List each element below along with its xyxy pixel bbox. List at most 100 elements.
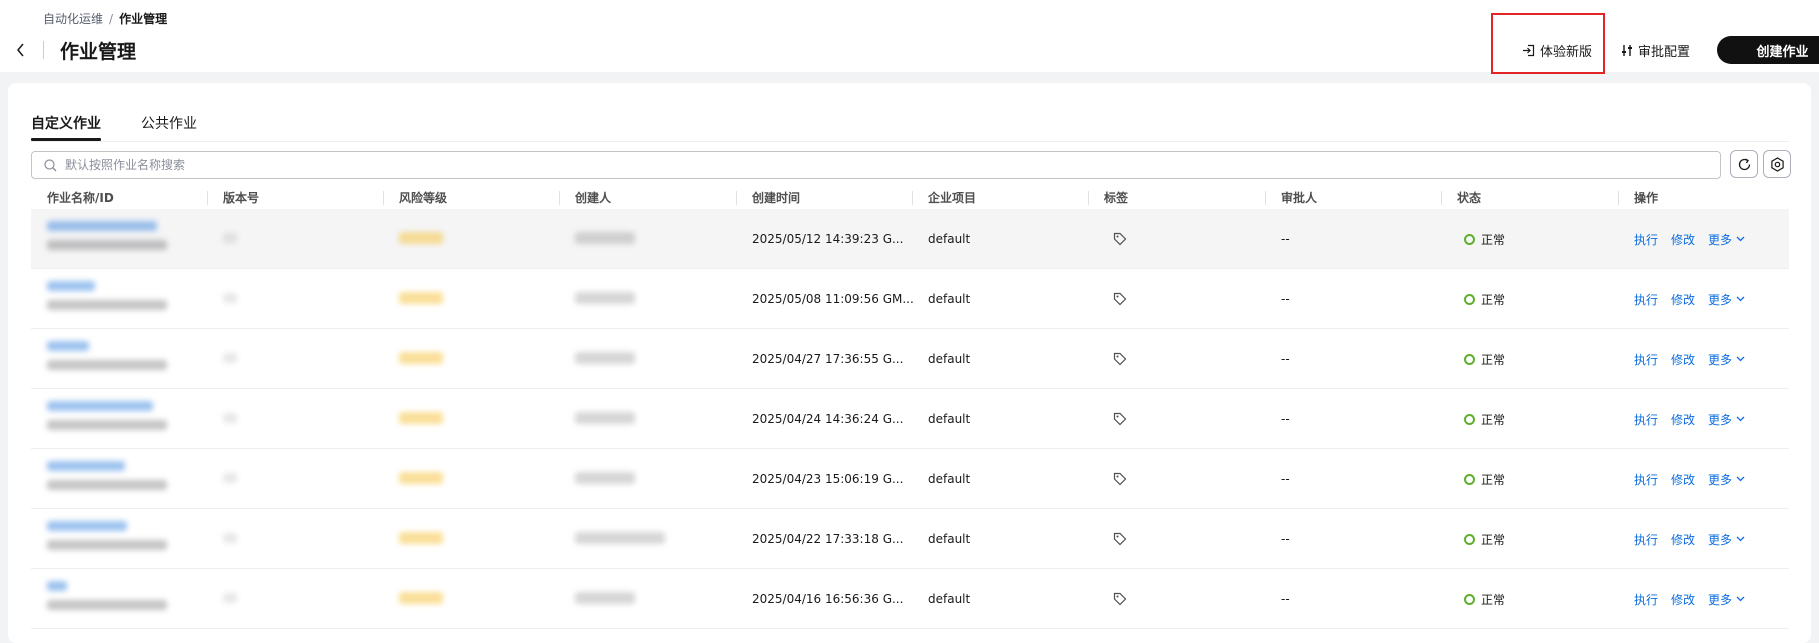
- modify-link[interactable]: 修改: [1671, 351, 1695, 368]
- column-header-enterprise-project: 企业项目: [928, 191, 977, 205]
- tag-icon-button[interactable]: [1113, 449, 1127, 509]
- execute-link[interactable]: 执行: [1634, 291, 1658, 308]
- breadcrumb-current: 作业管理: [119, 12, 168, 26]
- job-name-blurred: [47, 521, 127, 531]
- more-dropdown[interactable]: 更多: [1708, 231, 1745, 248]
- back-button[interactable]: [12, 40, 28, 60]
- table-header: 作业名称/ID 版本号 风险等级 创建人 创建时间 企业项目 标签 审批人 状态 操作: [31, 186, 1789, 209]
- more-dropdown[interactable]: 更多: [1708, 471, 1745, 488]
- modify-link[interactable]: 修改: [1671, 291, 1695, 308]
- approver: --: [1281, 232, 1290, 246]
- job-id-blurred: [47, 600, 167, 610]
- job-id-blurred: [47, 300, 167, 310]
- creator-blurred: [575, 412, 635, 424]
- try-new-version-button[interactable]: 体验新版: [1522, 36, 1592, 64]
- tag-icon: [1113, 412, 1127, 426]
- column-header-actions: 操作: [1634, 191, 1659, 205]
- execute-link[interactable]: 执行: [1634, 411, 1658, 428]
- tag-icon: [1113, 592, 1127, 606]
- column-divider: [1088, 191, 1089, 205]
- tag-icon-button[interactable]: [1113, 569, 1127, 629]
- tab-custom-jobs[interactable]: 自定义作业: [31, 113, 101, 133]
- modify-link[interactable]: 修改: [1671, 591, 1695, 608]
- more-dropdown[interactable]: 更多: [1708, 351, 1745, 368]
- created-time: 2025/04/22 17:33:18 G...: [752, 532, 904, 546]
- status-ok-icon: [1464, 293, 1475, 305]
- execute-link[interactable]: 执行: [1634, 351, 1658, 368]
- more-dropdown[interactable]: 更多: [1708, 411, 1745, 428]
- more-dropdown[interactable]: 更多: [1708, 531, 1745, 548]
- more-label: 更多: [1708, 532, 1733, 547]
- job-id-blurred: [47, 360, 167, 370]
- modify-link[interactable]: 修改: [1671, 471, 1695, 488]
- execute-link[interactable]: 执行: [1634, 471, 1658, 488]
- row-actions: 执行 修改 更多: [1634, 269, 1758, 329]
- more-label: 更多: [1708, 472, 1733, 487]
- status-label: 正常: [1481, 292, 1506, 307]
- column-header-status: 状态: [1457, 191, 1482, 205]
- column-header-version: 版本号: [223, 191, 260, 205]
- more-label: 更多: [1708, 592, 1733, 607]
- creator-blurred: [575, 472, 635, 484]
- search-box[interactable]: [31, 151, 1721, 179]
- modify-link[interactable]: 修改: [1671, 531, 1695, 548]
- create-job-button[interactable]: 创建作业: [1717, 36, 1819, 64]
- job-id-blurred: [47, 420, 167, 430]
- active-tab-indicator: [31, 138, 101, 141]
- enterprise-project: default: [928, 412, 971, 426]
- version-blurred: [223, 293, 237, 303]
- tag-icon-button[interactable]: [1113, 269, 1127, 329]
- more-label: 更多: [1708, 292, 1733, 307]
- tag-icon-button[interactable]: [1113, 209, 1127, 269]
- tag-icon-button[interactable]: [1113, 329, 1127, 389]
- job-name-blurred: [47, 341, 89, 351]
- job-name-blurred: [47, 401, 153, 411]
- status-label: 正常: [1481, 472, 1506, 487]
- table-row: 2025/04/24 14:36:24 G... default -- 正常 执行 修改更…: [31, 389, 1789, 449]
- tag-icon: [1113, 232, 1127, 246]
- refresh-button[interactable]: [1730, 150, 1758, 178]
- execute-link[interactable]: 执行: [1634, 231, 1658, 248]
- tag-icon-button[interactable]: [1113, 509, 1127, 569]
- approver: --: [1281, 292, 1290, 306]
- execute-link[interactable]: 执行: [1634, 531, 1658, 548]
- risk-level-blurred: [399, 472, 443, 484]
- execute-link[interactable]: 执行: [1634, 591, 1658, 608]
- job-name-blurred: [47, 461, 125, 471]
- approval-config-button[interactable]: 审批配置: [1621, 36, 1690, 64]
- chevron-down-icon: [1736, 236, 1745, 242]
- risk-level-blurred: [399, 412, 443, 424]
- tab-public-jobs[interactable]: 公共作业: [141, 113, 197, 133]
- row-actions: 执行 修改 更多: [1634, 209, 1758, 269]
- modify-link[interactable]: 修改: [1671, 231, 1695, 248]
- login-arrow-icon: [1523, 44, 1535, 56]
- chevron-down-icon: [1736, 536, 1745, 542]
- more-dropdown[interactable]: 更多: [1708, 291, 1745, 308]
- table-row: 2025/05/08 11:09:56 GM... default -- 正常 执行 修改…: [31, 269, 1789, 329]
- row-actions: 执行 修改 更多: [1634, 509, 1758, 569]
- status-ok-icon: [1464, 473, 1475, 485]
- status-ok-icon: [1464, 593, 1475, 605]
- search-input[interactable]: [65, 158, 1665, 172]
- creator-blurred: [575, 532, 665, 544]
- column-header-created-time: 创建时间: [752, 191, 801, 205]
- more-dropdown[interactable]: 更多: [1708, 591, 1745, 608]
- tag-icon: [1113, 352, 1127, 366]
- breadcrumb-parent[interactable]: 自动化运维: [43, 12, 103, 26]
- tag-icon-button[interactable]: [1113, 389, 1127, 449]
- tag-icon: [1113, 292, 1127, 306]
- creator-blurred: [575, 232, 635, 244]
- created-time: 2025/04/24 14:36:24 G...: [752, 412, 904, 426]
- status: 正常: [1464, 509, 1505, 569]
- chevron-down-icon: [1736, 476, 1745, 482]
- page-title: 作业管理: [60, 41, 137, 63]
- row-actions: 执行 修改 更多: [1634, 569, 1758, 629]
- status: 正常: [1464, 449, 1505, 509]
- more-label: 更多: [1708, 412, 1733, 427]
- creator-blurred: [575, 292, 635, 304]
- table-settings-button[interactable]: [1763, 150, 1791, 178]
- modify-link[interactable]: 修改: [1671, 411, 1695, 428]
- row-actions: 执行 修改 更多: [1634, 329, 1758, 389]
- status-label: 正常: [1481, 592, 1506, 607]
- version-blurred: [223, 593, 237, 603]
